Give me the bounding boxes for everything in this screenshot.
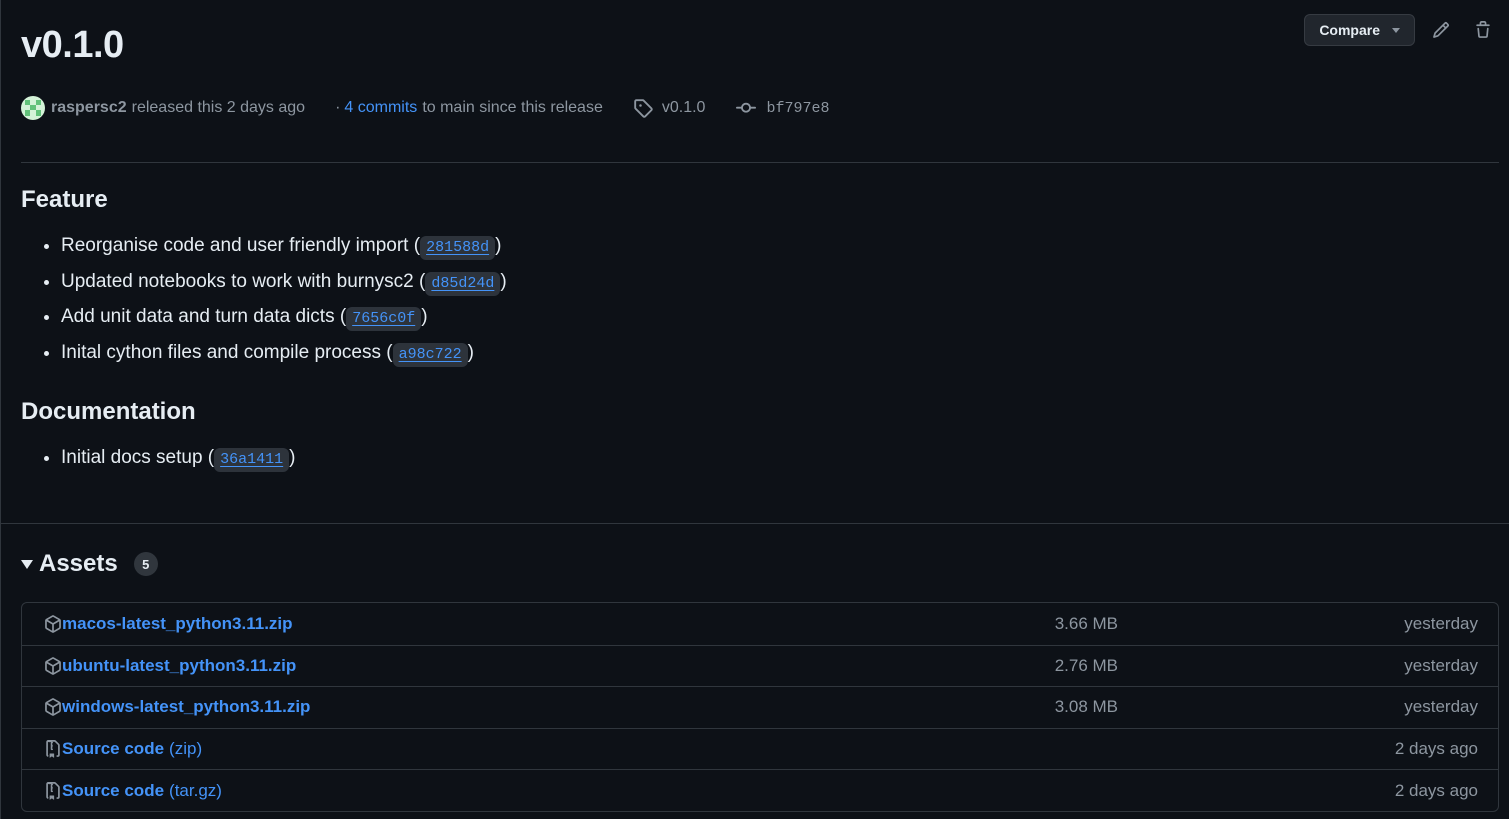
trash-icon[interactable]: [1467, 14, 1499, 46]
tag-icon: [634, 99, 653, 118]
list-item: Reorganise code and user friendly import…: [61, 228, 1121, 264]
asset-link[interactable]: macos-latest_python3.11.zip: [44, 614, 293, 634]
file-zip-icon: [46, 740, 60, 758]
tag-link[interactable]: v0.1.0: [633, 98, 706, 118]
docs-list: Initial docs setup (36a1411): [21, 440, 1121, 476]
asset-row: Source code (zip) 2 days ago: [22, 727, 1498, 770]
asset-link[interactable]: ubuntu-latest_python3.11.zip: [44, 656, 296, 676]
commit-sha-link[interactable]: a98c722: [392, 342, 468, 367]
commit-sha-link[interactable]: d85d24d: [425, 271, 501, 296]
compare-label: Compare: [1319, 22, 1380, 38]
asset-date: 2 days ago: [1394, 780, 1478, 800]
commit-sha: bf797e8: [766, 99, 830, 117]
release-page: v0.1.0 Compare raspersc2 released this 2…: [0, 0, 1509, 819]
author-link[interactable]: raspersc2: [51, 99, 127, 117]
commit-link[interactable]: bf797e8: [735, 98, 829, 118]
package-icon: [45, 698, 61, 717]
commits-link[interactable]: 4 commits: [344, 99, 417, 117]
asset-size: 3.66 MB: [1054, 613, 1118, 633]
assets-title: Assets: [39, 550, 118, 577]
commit-sha-link[interactable]: 36a1411: [214, 448, 290, 472]
asset-row: ubuntu-latest_python3.11.zip 2.76 MB yes…: [22, 644, 1498, 687]
commit-sha-link[interactable]: 281588d: [420, 236, 496, 260]
asset-link[interactable]: Source code (zip): [44, 739, 202, 759]
asset-link[interactable]: windows-latest_python3.11.zip: [44, 697, 310, 717]
asset-row: macos-latest_python3.11.zip 3.66 MB yest…: [22, 603, 1498, 645]
documentation-heading: Documentation: [21, 398, 196, 425]
released-text: released this 2 days ago: [131, 99, 306, 116]
feature-list: Reorganise code and user friendly import…: [21, 228, 1121, 370]
asset-row: Source code (tar.gz) 2 days ago: [22, 769, 1498, 811]
assets-list: macos-latest_python3.11.zip 3.66 MB yest…: [21, 602, 1499, 812]
assets-toggle[interactable]: Assets 5: [21, 550, 158, 578]
tag-name: v0.1.0: [661, 99, 706, 116]
asset-size: 2.76 MB: [1054, 655, 1118, 675]
list-item: Inital cython files and compile process …: [61, 335, 1121, 371]
release-actions: Compare: [1304, 14, 1499, 46]
release-header: v0.1.0 Compare: [1, 0, 1509, 88]
asset-date: yesterday: [1404, 697, 1478, 717]
release-notes: Feature Reorganise code and user friendl…: [21, 182, 1121, 476]
release-title[interactable]: v0.1.0: [21, 24, 124, 67]
assets-count-badge: 5: [133, 552, 158, 576]
commits-suffix: to main since this release: [422, 99, 603, 116]
header-divider: [21, 162, 1499, 163]
git-commit-icon: [736, 102, 757, 113]
assets-divider: [1, 523, 1509, 524]
release-meta: raspersc2 released this 2 days ago · 4 c…: [21, 96, 829, 120]
triangle-down-icon: [21, 559, 33, 569]
avatar[interactable]: [21, 96, 45, 120]
file-zip-icon: [46, 781, 60, 800]
list-item: Initial docs setup (36a1411): [61, 440, 1121, 476]
chevron-down-icon: [1392, 27, 1400, 33]
compare-button[interactable]: Compare: [1304, 14, 1415, 46]
pencil-icon[interactable]: [1425, 14, 1457, 46]
package-icon: [45, 657, 61, 675]
list-item: Updated notebooks to work with burnysc2 …: [61, 264, 1121, 300]
asset-date: yesterday: [1404, 655, 1478, 675]
package-icon: [45, 614, 61, 633]
asset-date: yesterday: [1404, 613, 1478, 633]
meta-separator: ·: [335, 99, 341, 116]
commit-sha-link[interactable]: 7656c0f: [346, 307, 422, 331]
asset-row: windows-latest_python3.11.zip 3.08 MB ye…: [22, 686, 1498, 728]
asset-date: 2 days ago: [1394, 739, 1478, 759]
feature-heading: Feature: [21, 186, 108, 213]
asset-link[interactable]: Source code (tar.gz): [44, 781, 222, 801]
list-item: Add unit data and turn data dicts (7656c…: [61, 299, 1121, 335]
asset-size: 3.08 MB: [1054, 697, 1118, 717]
